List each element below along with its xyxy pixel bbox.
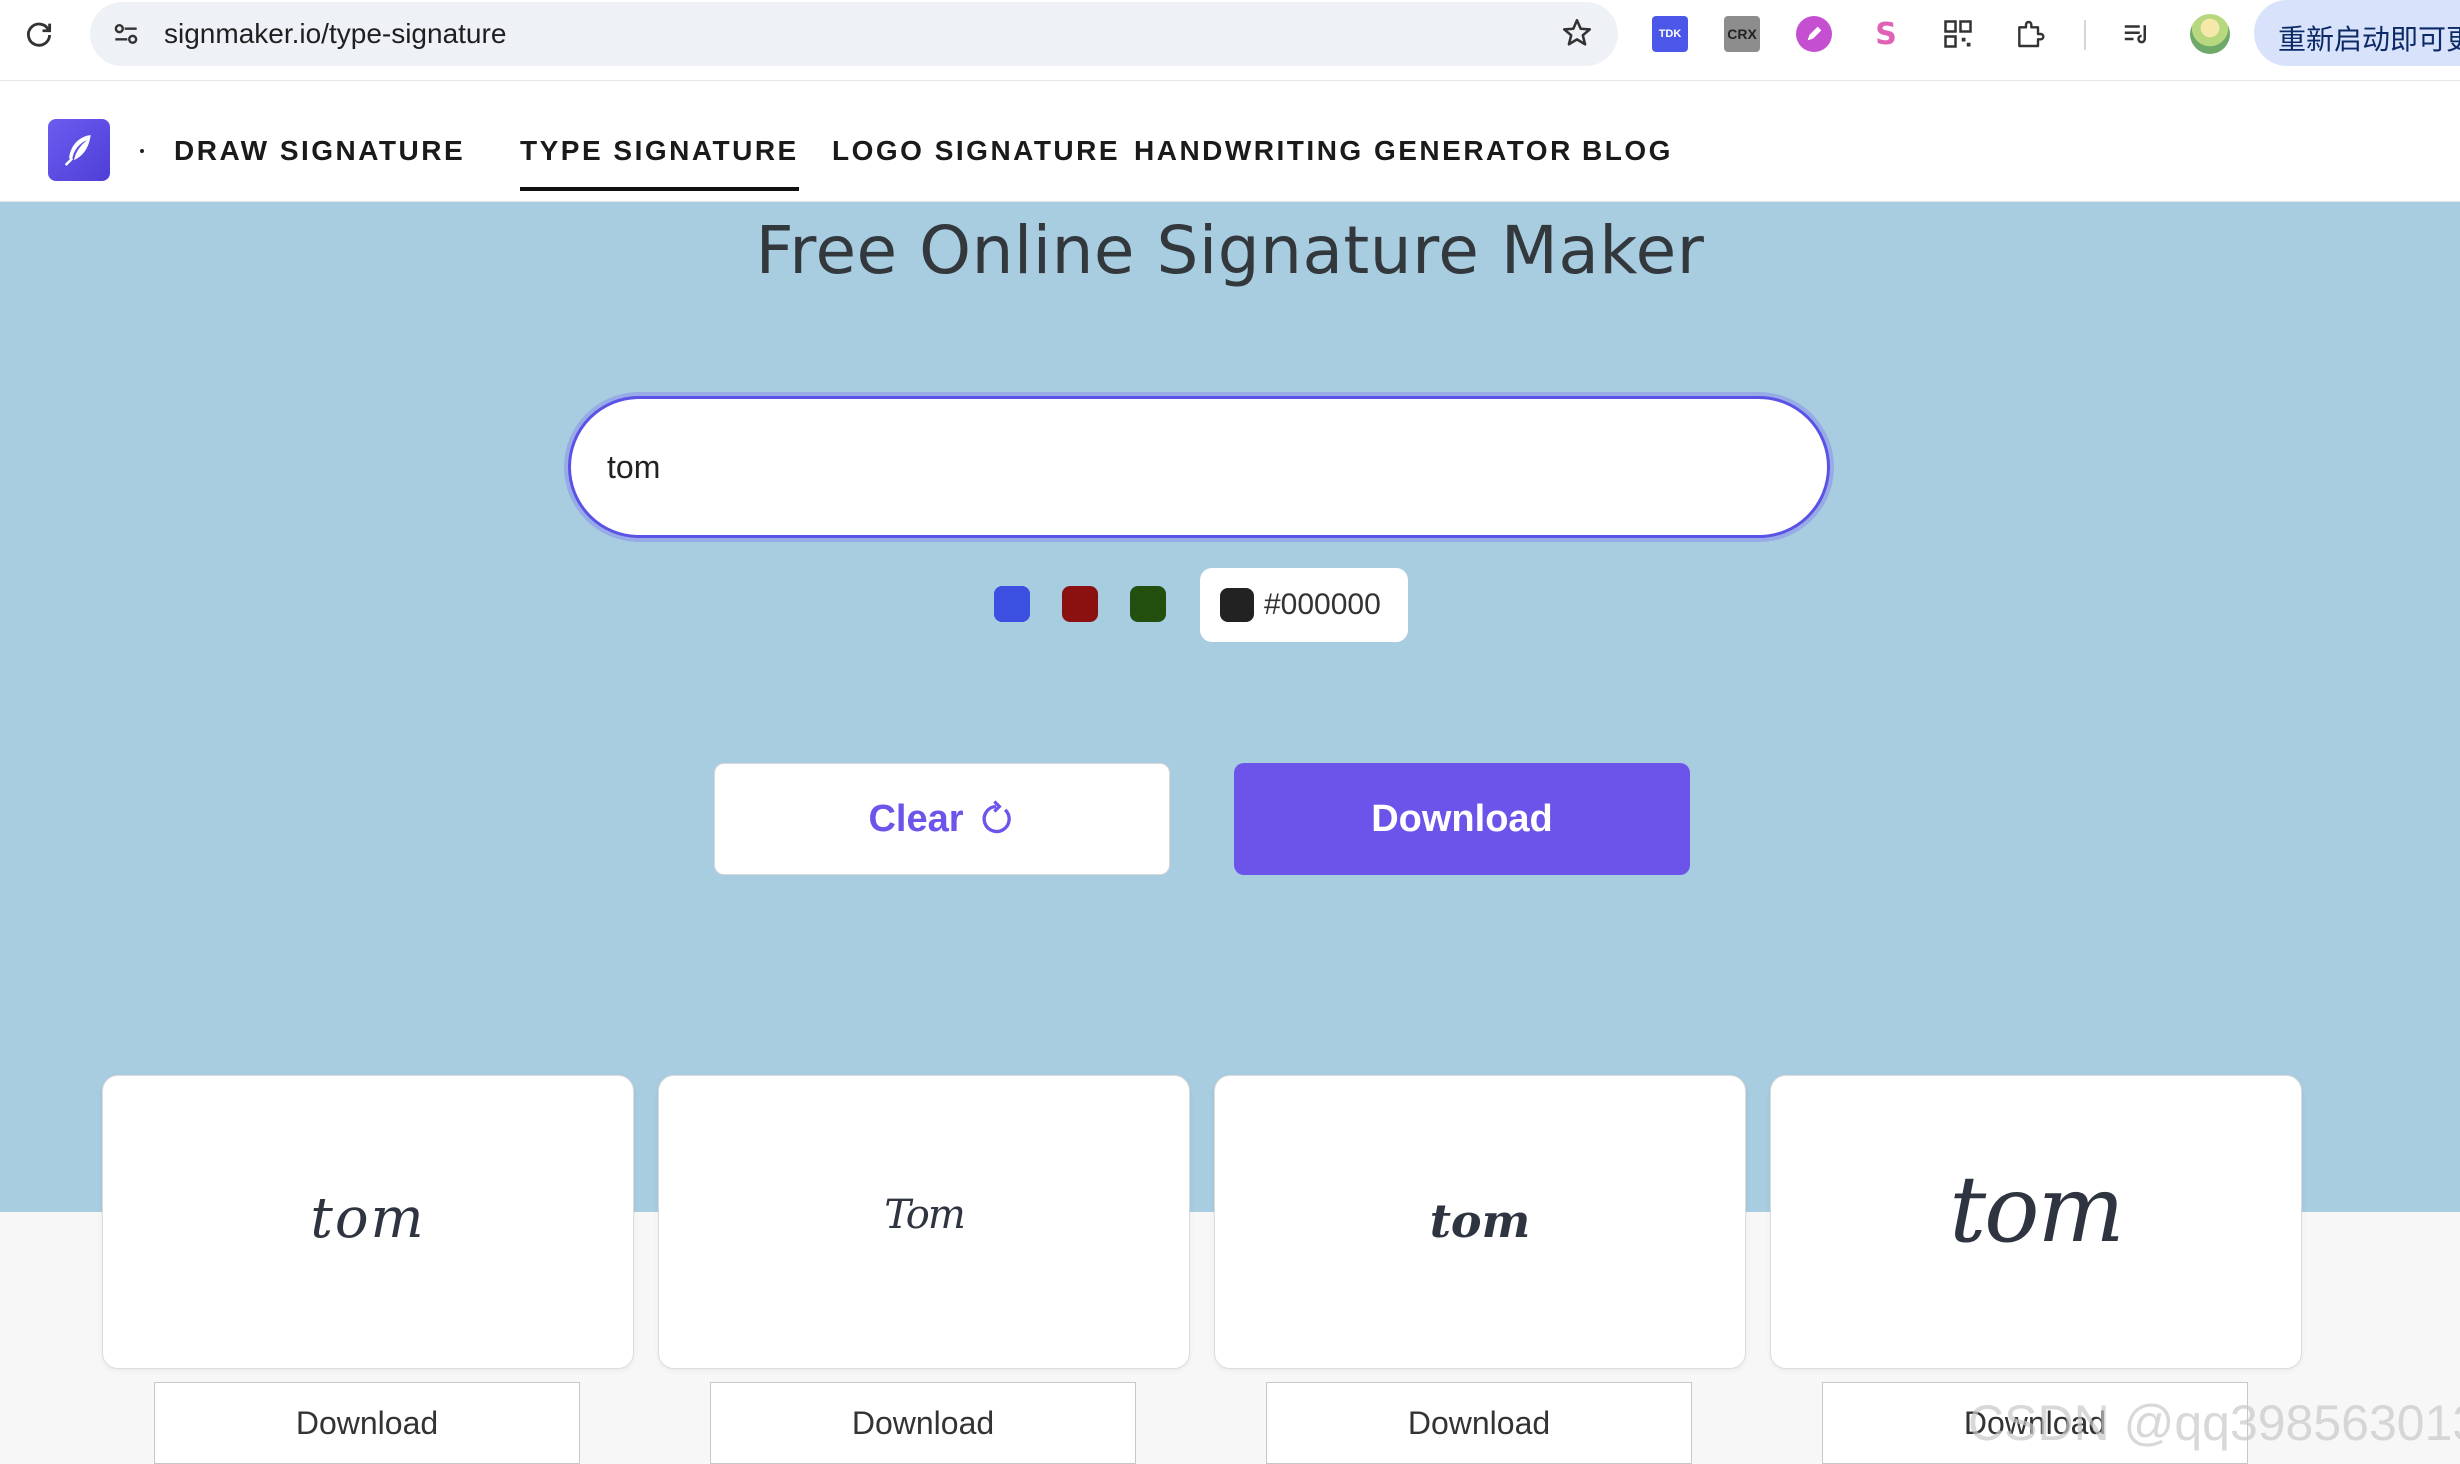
qr-code-extension-icon[interactable]	[1940, 16, 1976, 52]
address-bar[interactable]: signmaker.io/type-signature	[90, 2, 1618, 66]
url-text[interactable]: signmaker.io/type-signature	[164, 18, 506, 50]
preview-download-button[interactable]: Download	[1266, 1382, 1692, 1464]
puzzle-extensions-icon[interactable]	[2012, 16, 2048, 52]
logo-separator-dot	[140, 149, 144, 153]
site-settings-icon[interactable]	[110, 18, 142, 50]
reload-icon[interactable]	[22, 18, 56, 52]
custom-color-picker[interactable]: #000000	[1200, 568, 1408, 642]
nav-handwriting-generator[interactable]: HANDWRITING GENERATOR	[1134, 135, 1573, 167]
profile-avatar[interactable]	[2190, 14, 2230, 54]
clear-button[interactable]: Clear	[714, 763, 1170, 875]
bookmark-star-icon[interactable]	[1560, 16, 1594, 50]
signature-preview-card[interactable]: tom	[102, 1075, 634, 1369]
crx-extension-icon[interactable]: CRX	[1724, 16, 1760, 52]
selected-color-swatch	[1220, 588, 1254, 622]
nav-draw-signature[interactable]: DRAW SIGNATURE	[174, 135, 465, 167]
feather-pen-icon	[64, 135, 91, 166]
signature-preview-card[interactable]: Tom	[658, 1075, 1190, 1369]
tdk-extension-icon[interactable]: TDK	[1652, 16, 1688, 52]
signature-text-input[interactable]	[568, 396, 1830, 538]
site-header: DRAW SIGNATURE TYPE SIGNATURE LOGO SIGNA…	[0, 81, 2460, 202]
signature-maker-hero: Free Online Signature Maker #000000 Clea…	[0, 202, 2460, 1212]
browser-toolbar: signmaker.io/type-signature TDK CRX S 重新…	[0, 0, 2460, 81]
color-swatch-green[interactable]	[1130, 586, 1166, 622]
preview-download-button[interactable]: Download	[154, 1382, 580, 1464]
relaunch-update-button[interactable]: 重新启动即可更	[2254, 0, 2460, 66]
playlist-icon[interactable]	[2118, 16, 2154, 52]
nav-type-signature[interactable]: TYPE SIGNATURE	[520, 135, 799, 191]
preview-download-button[interactable]: Download	[710, 1382, 1136, 1464]
signmaker-logo[interactable]	[48, 119, 110, 181]
nav-blog[interactable]: BLOG	[1582, 135, 1673, 167]
pencil-extension-icon[interactable]	[1796, 16, 1832, 52]
signature-preview-card[interactable]: tom	[1770, 1075, 2302, 1369]
signature-preview-text: Tom	[884, 1192, 966, 1238]
signature-preview-text: tom	[310, 1186, 426, 1251]
csdn-watermark: CSDN @qq398563013	[1968, 1395, 2460, 1451]
s-extension-icon[interactable]: S	[1868, 16, 1904, 52]
signature-preview-text: tom	[1949, 1156, 2125, 1263]
selected-color-hex: #000000	[1264, 588, 1381, 621]
page-title: Free Online Signature Maker	[755, 212, 1705, 289]
signature-preview-card[interactable]: tom	[1214, 1075, 1746, 1369]
clear-button-label: Clear	[868, 797, 964, 840]
refresh-icon	[982, 800, 1011, 834]
nav-logo-signature[interactable]: LOGO SIGNATURE	[832, 135, 1120, 167]
color-swatch-red[interactable]	[1062, 586, 1098, 622]
download-button[interactable]: Download	[1234, 763, 1690, 875]
signature-preview-text: tom	[1429, 1194, 1531, 1248]
color-swatch-blue[interactable]	[994, 586, 1030, 622]
toolbar-divider	[2084, 20, 2086, 50]
